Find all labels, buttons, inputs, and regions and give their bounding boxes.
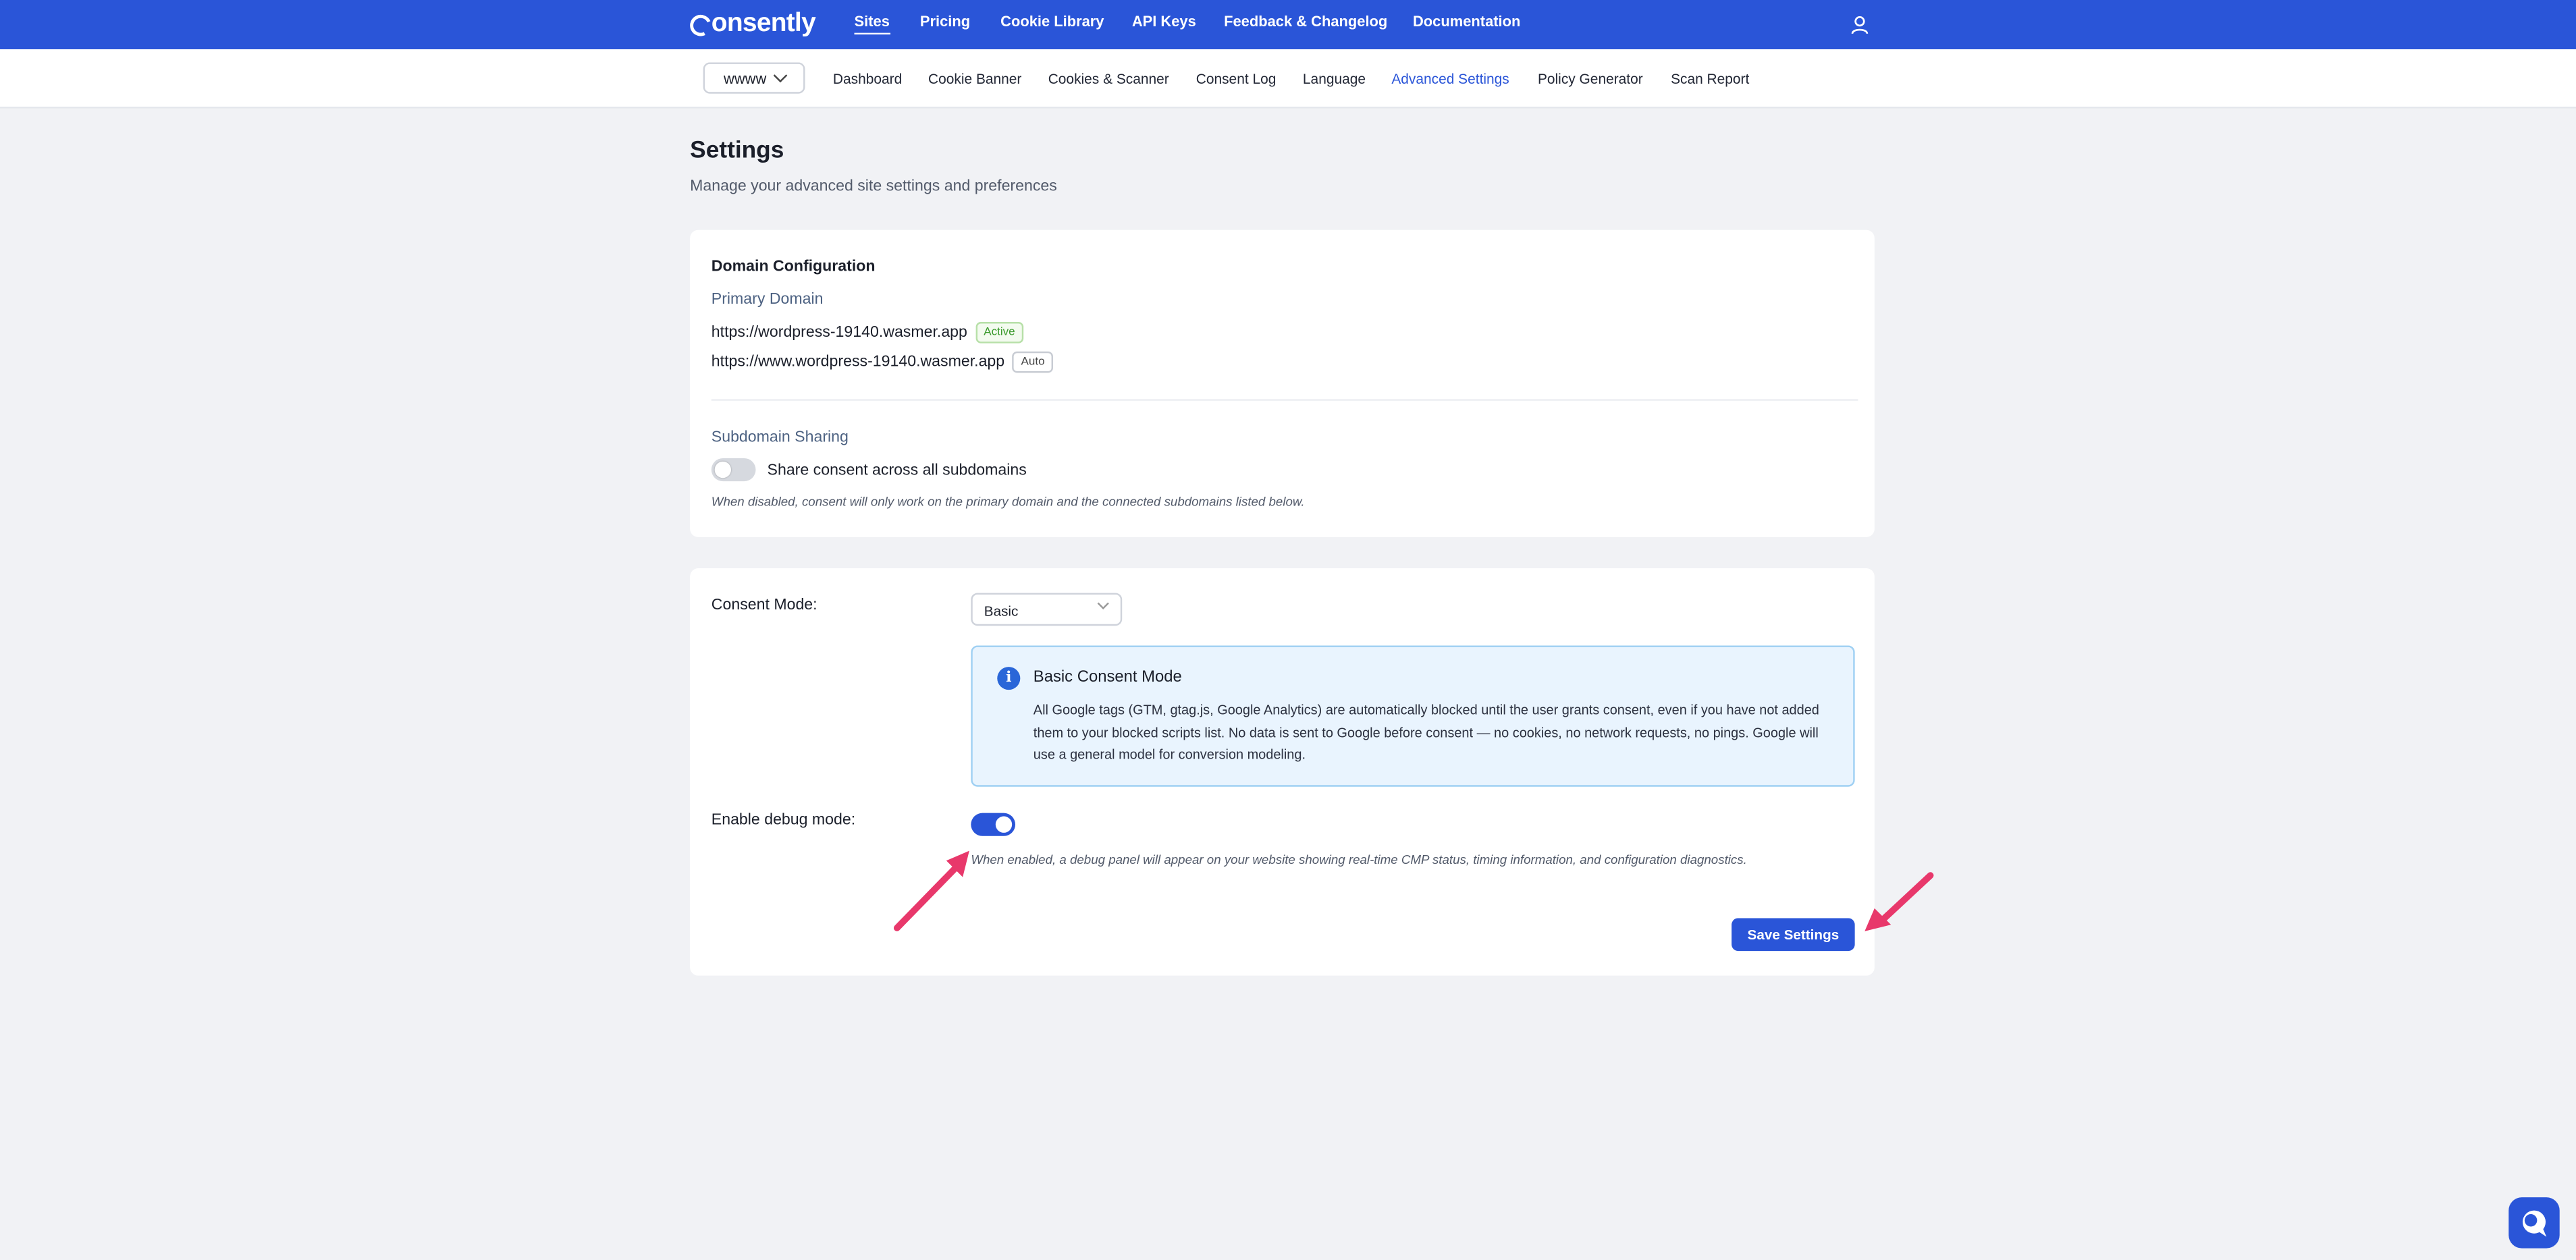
page-subtitle: Manage your advanced site settings and p…	[690, 177, 1057, 196]
subnav-cookies-scanner[interactable]: Cookies & Scanner	[1048, 71, 1169, 87]
site-selector[interactable]: wwww	[703, 62, 805, 94]
user-icon[interactable]	[1850, 15, 1869, 34]
subdomain-helper-text: When disabled, consent will only work on…	[711, 494, 1305, 510]
chat-bubble-icon	[2522, 1210, 2547, 1237]
consent-mode-select[interactable]: Basic	[971, 593, 1123, 626]
subdomain-sharing-label: Subdomain Sharing	[711, 429, 849, 447]
domain-configuration-card: Domain Configuration Primary Domain http…	[690, 229, 1875, 537]
subdomain-toggle-label: Share consent across all subdomains	[767, 461, 1027, 480]
nav-cookie-library[interactable]: Cookie Library	[1000, 13, 1104, 29]
top-navbar: onsently Sites Pricing Cookie Library AP…	[0, 0, 2576, 50]
subnav-consent-log[interactable]: Consent Log	[1196, 71, 1277, 87]
divider	[711, 399, 1858, 401]
nav-feedback-changelog[interactable]: Feedback & Changelog	[1224, 13, 1387, 29]
brand-name: onsently	[711, 9, 816, 38]
info-icon: i	[997, 667, 1021, 690]
subnav-cookie-banner[interactable]: Cookie Banner	[928, 71, 1021, 87]
subdomain-sharing-toggle[interactable]	[711, 458, 756, 482]
nav-sites[interactable]: Sites	[854, 13, 890, 35]
subnav-language[interactable]: Language	[1303, 71, 1366, 87]
chevron-down-icon	[772, 68, 787, 83]
annotation-arrow-icon	[893, 850, 969, 931]
consent-mode-info-box: i Basic Consent Mode All Google tags (GT…	[971, 645, 1855, 787]
debug-mode-label: Enable debug mode:	[711, 811, 856, 830]
subnav-scan-report[interactable]: Scan Report	[1671, 71, 1749, 87]
nav-api-keys[interactable]: API Keys	[1132, 13, 1196, 29]
logo-c-icon	[687, 11, 715, 38]
consent-settings-card: Consent Mode: Basic i Basic Consent Mode…	[690, 568, 1875, 976]
page-title: Settings	[690, 138, 784, 165]
info-title: Basic Consent Mode	[1033, 668, 1182, 687]
debug-mode-toggle[interactable]	[971, 813, 1016, 836]
site-subnav: wwww Dashboard Cookie Banner Cookies & S…	[0, 49, 2576, 109]
domain-url: https://wordpress-19140.wasmer.app	[711, 323, 967, 342]
toggle-knob	[995, 816, 1013, 833]
annotation-arrow-icon	[1864, 872, 1934, 931]
chat-widget-button[interactable]	[2508, 1197, 2560, 1249]
subnav-policy-generator[interactable]: Policy Generator	[1538, 71, 1643, 87]
consent-mode-label: Consent Mode:	[711, 596, 817, 615]
primary-domain-label: Primary Domain	[711, 290, 824, 309]
status-badge: Auto	[1013, 351, 1053, 373]
nav-pricing[interactable]: Pricing	[920, 13, 970, 29]
domain-url: https://www.wordpress-19140.wasmer.app	[711, 353, 1005, 372]
domain-row: https://wordpress-19140.wasmer.app Activ…	[712, 322, 1023, 344]
toggle-knob	[714, 461, 731, 478]
site-selector-value: wwww	[724, 70, 767, 86]
brand-logo[interactable]: onsently	[687, 7, 816, 43]
subnav-advanced-settings[interactable]: Advanced Settings	[1391, 71, 1509, 87]
info-description: All Google tags (GTM, gtag.js, Google An…	[1033, 703, 1819, 763]
domain-config-heading: Domain Configuration	[711, 258, 876, 276]
save-settings-button[interactable]: Save Settings	[1732, 918, 1855, 952]
subnav-dashboard[interactable]: Dashboard	[833, 71, 902, 87]
domain-row: https://www.wordpress-19140.wasmer.app A…	[711, 351, 1053, 373]
debug-helper-text: When enabled, a debug panel will appear …	[971, 852, 1747, 867]
chevron-down-icon	[1097, 597, 1109, 609]
status-badge: Active	[975, 322, 1023, 344]
consent-mode-value: Basic	[984, 603, 1019, 620]
nav-documentation[interactable]: Documentation	[1413, 13, 1520, 29]
